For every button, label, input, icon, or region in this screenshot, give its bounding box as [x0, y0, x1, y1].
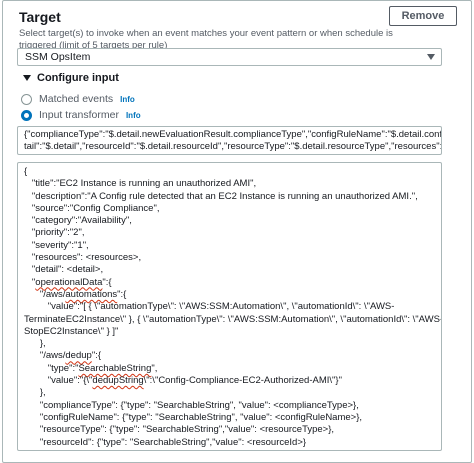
info-link[interactable]: Info — [120, 95, 135, 104]
template-line: } — [24, 449, 435, 450]
configure-input-heading: Configure input — [37, 72, 119, 84]
input-path-field[interactable]: {"complianceType":"$.detail.newEvaluatio… — [17, 126, 442, 155]
target-type-select[interactable]: SSM OpsItem — [17, 48, 442, 66]
template-line: TerminateEC2Instance\" }, { \"automation… — [24, 313, 442, 325]
template-line: "resourceId": {"type": "SearchableString… — [24, 436, 307, 448]
target-type-value: SSM OpsItem — [25, 51, 91, 63]
template-line: "resourceType": {"type": "SearchableStri… — [24, 424, 335, 436]
template-line: "detail": <detail>, — [24, 264, 104, 276]
template-line: "type":"SearchableString", — [24, 362, 158, 374]
template-line: "/aws/automations":{ — [24, 288, 127, 300]
template-line: }, — [24, 387, 46, 399]
input-template-field[interactable]: { "title":"EC2 Instance is running an un… — [17, 162, 442, 451]
template-line: "priority":"2", — [24, 227, 85, 239]
radio-button-selected[interactable] — [21, 109, 32, 121]
template-line: "category":"Availability", — [24, 215, 132, 227]
template-line: "value":"[ { \"automationType\": \"AWS:S… — [24, 301, 395, 313]
template-line: "complianceType": {"type": "SearchableSt… — [24, 399, 359, 411]
caret-down-icon — [427, 54, 435, 60]
template-line: "value":"{\"dedupString\":\"Config-Compl… — [24, 375, 342, 387]
template-line: "description":"A Config rule detected th… — [24, 190, 418, 202]
template-line: StopEC2Instance\" } ]" — [24, 325, 119, 337]
configure-input-toggle[interactable]: Configure input — [23, 72, 119, 84]
radio-input-transformer[interactable]: Input transformer Info — [21, 109, 141, 121]
template-line: }, — [24, 338, 46, 350]
template-line: "title":"EC2 Instance is running an unau… — [24, 178, 257, 190]
template-line: "source":"Config Compliance", — [24, 202, 160, 214]
template-line: "severity":"1", — [24, 239, 89, 251]
input-path-line: tail":"$.detail","resourceId":"$.detail.… — [24, 141, 442, 152]
info-link[interactable]: Info — [126, 111, 141, 120]
expand-triangle-icon — [23, 75, 31, 81]
input-path-line: {"complianceType":"$.detail.newEvaluatio… — [24, 129, 442, 140]
template-line: "resources": <resources>, — [24, 252, 142, 264]
radio-matched-events[interactable]: Matched events Info — [21, 93, 135, 105]
radio-label: Matched events — [39, 93, 114, 105]
template-line: { — [24, 166, 28, 177]
target-title: Target — [19, 9, 61, 25]
remove-button[interactable]: Remove — [389, 6, 457, 26]
template-line: "/aws/dedup":{ — [24, 350, 101, 362]
radio-button[interactable] — [21, 93, 32, 105]
template-line: "operationalData":{ — [24, 276, 112, 288]
radio-label: Input transformer — [39, 109, 119, 121]
target-panel: Target Select target(s) to invoke when a… — [2, 0, 472, 463]
template-line: "configRuleName": {"type": "SearchableSt… — [24, 411, 363, 423]
